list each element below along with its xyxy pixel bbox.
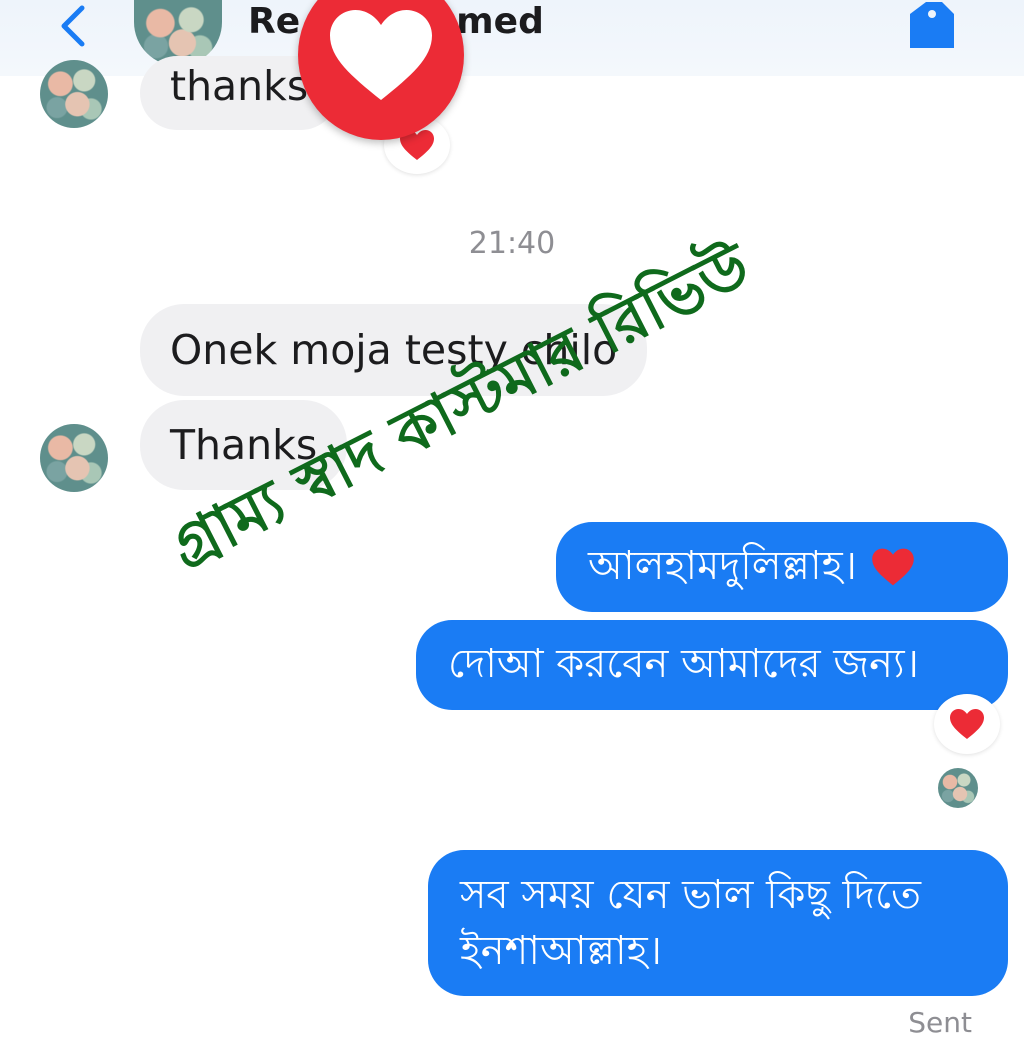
- heart-icon: [950, 709, 984, 739]
- tag-button[interactable]: [906, 0, 958, 52]
- message-reaction[interactable]: [934, 694, 1000, 754]
- back-button[interactable]: [52, 2, 96, 50]
- message-text: thanks: [170, 62, 309, 110]
- tag-icon: [910, 2, 954, 48]
- delivery-status: Sent: [908, 1006, 972, 1039]
- message-text: আলহামদুলিল্লাহ।: [588, 542, 857, 589]
- message-bubble-outgoing[interactable]: সব সময় যেন ভাল কিছু দিতে ইনশাআল্লাহ।: [428, 850, 1008, 996]
- heart-icon: [330, 10, 432, 100]
- message-timestamp: 21:40: [468, 226, 556, 261]
- message-bubble-outgoing[interactable]: আলহামদুলিল্লাহ।: [556, 522, 1008, 612]
- read-receipt-avatar: [938, 768, 978, 808]
- sender-avatar[interactable]: [40, 424, 108, 492]
- sender-avatar[interactable]: [40, 60, 108, 128]
- message-text-line: ইনশাআল্লাহ।: [460, 928, 662, 974]
- heart-icon: [872, 548, 914, 586]
- message-text: দোআ করবেন আমাদের জন্য।: [448, 640, 919, 687]
- message-bubble-outgoing[interactable]: দোআ করবেন আমাদের জন্য।: [416, 620, 1008, 710]
- chevron-left-icon: [61, 5, 85, 47]
- message-text-line: সব সময় যেন ভাল কিছু দিতে: [460, 872, 922, 918]
